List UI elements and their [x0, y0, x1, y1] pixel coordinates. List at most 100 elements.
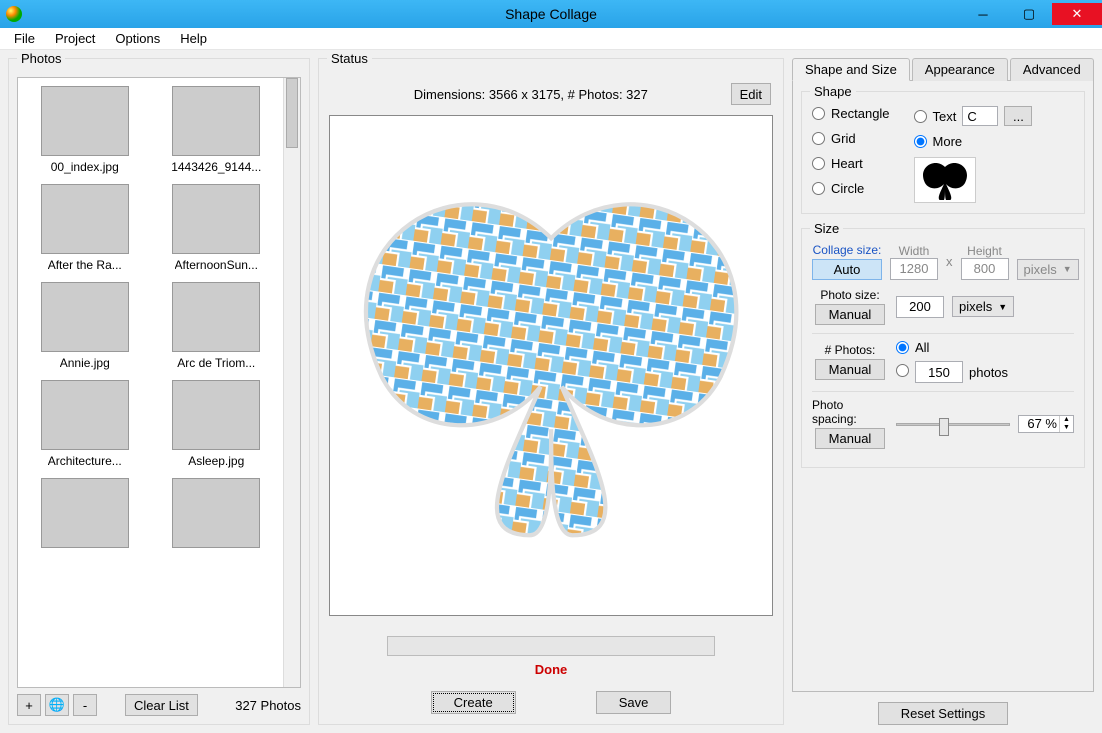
thumb-label: 1443426_9144...: [171, 160, 261, 174]
tab-advanced[interactable]: Advanced: [1010, 58, 1094, 81]
num-photos-toggle[interactable]: Manual: [815, 359, 885, 380]
status-footer: Create Save: [327, 685, 775, 716]
save-button[interactable]: Save: [596, 691, 672, 714]
spacing-label: Photo spacing:: [812, 398, 888, 426]
height-input[interactable]: [961, 258, 1009, 280]
collage-size-toggle[interactable]: Auto: [812, 259, 882, 280]
width-label: Width: [899, 244, 930, 258]
title-bar: Shape Collage ─ ▢ ✕: [0, 0, 1102, 28]
spacing-value[interactable]: [1019, 416, 1059, 431]
tab-body: Shape Rectangle Grid Heart Circle Text .…: [792, 80, 1094, 692]
radio-heart[interactable]: Heart: [812, 156, 890, 171]
create-button[interactable]: Create: [431, 691, 516, 714]
dimensions-text: Dimensions: 3566 x 3175, # Photos: 327: [331, 87, 731, 102]
spin-up-icon[interactable]: ▲: [1060, 416, 1073, 424]
photo-size-label: Photo size:: [820, 288, 879, 302]
radio-circle-label: Circle: [831, 181, 864, 196]
radio-all-photos[interactable]: All: [896, 340, 1008, 355]
collage-size-label: Collage size:: [813, 243, 882, 257]
thumb-scrollbar[interactable]: [283, 78, 300, 687]
num-photos-input[interactable]: [915, 361, 963, 383]
photo-size-toggle[interactable]: Manual: [815, 304, 885, 325]
photos-footer: + 🌐 - Clear List 327 Photos: [17, 688, 301, 716]
reset-row: Reset Settings: [792, 692, 1094, 725]
scrollbar-thumb[interactable]: [286, 78, 298, 148]
radio-num-photos[interactable]: [896, 364, 909, 380]
clear-list-button[interactable]: Clear List: [125, 694, 198, 716]
all-label: All: [915, 340, 929, 355]
radio-more-label: More: [933, 134, 963, 149]
text-shape-more-button[interactable]: ...: [1004, 106, 1032, 126]
collage-preview: [329, 115, 773, 616]
chevron-down-icon: ▼: [998, 302, 1007, 312]
photo-thumb[interactable]: Arc de Triom...: [158, 282, 276, 370]
remove-photo-button[interactable]: -: [73, 694, 97, 716]
photo-unit-select[interactable]: pixels▼: [952, 296, 1014, 317]
radio-text[interactable]: Text: [914, 109, 957, 124]
photo-size-input[interactable]: [896, 296, 944, 318]
spacing-spinner[interactable]: ▲▼: [1018, 415, 1074, 433]
thumb-image: [41, 86, 129, 156]
spacing-slider[interactable]: [896, 414, 1010, 434]
photo-thumb[interactable]: 00_index.jpg: [26, 86, 144, 174]
status-top: Dimensions: 3566 x 3175, # Photos: 327 E…: [327, 77, 775, 115]
tab-bar: Shape and Size Appearance Advanced: [792, 58, 1094, 81]
radio-text-label: Text: [933, 109, 957, 124]
text-shape-input[interactable]: [962, 106, 998, 126]
radio-more[interactable]: More: [914, 134, 1033, 149]
reset-settings-button[interactable]: Reset Settings: [878, 702, 1009, 725]
thumb-label: Asleep.jpg: [188, 454, 244, 468]
window-title: Shape Collage: [505, 6, 597, 22]
photo-thumb[interactable]: [26, 478, 144, 552]
custom-shape-preview[interactable]: [914, 157, 976, 203]
minimize-button[interactable]: ─: [960, 3, 1006, 25]
photo-thumb[interactable]: Architecture...: [26, 380, 144, 468]
menu-help[interactable]: Help: [170, 29, 217, 48]
photo-thumb[interactable]: After the Ra...: [26, 184, 144, 272]
radio-circle[interactable]: Circle: [812, 181, 890, 196]
add-web-button[interactable]: 🌐: [45, 694, 69, 716]
client-area: Photos 00_index.jpg 1443426_9144... Afte…: [0, 50, 1102, 733]
collage-unit-select[interactable]: pixels▼: [1017, 259, 1079, 280]
tab-shape-size[interactable]: Shape and Size: [792, 58, 910, 81]
menu-options[interactable]: Options: [105, 29, 170, 48]
close-button[interactable]: ✕: [1052, 3, 1102, 25]
thumbnail-list[interactable]: 00_index.jpg 1443426_9144... After the R…: [17, 77, 301, 688]
radio-rectangle[interactable]: Rectangle: [812, 106, 890, 121]
thumb-label: Architecture...: [48, 454, 122, 468]
width-input[interactable]: [890, 258, 938, 280]
slider-knob[interactable]: [939, 418, 949, 436]
photo-thumb[interactable]: [158, 478, 276, 552]
butterfly-icon: [918, 160, 972, 200]
height-label: Height: [967, 244, 1002, 258]
radio-grid[interactable]: Grid: [812, 131, 890, 146]
thumb-label: Annie.jpg: [60, 356, 110, 370]
spin-down-icon[interactable]: ▼: [1060, 424, 1073, 432]
shape-group: Shape Rectangle Grid Heart Circle Text .…: [801, 91, 1085, 214]
photo-thumb[interactable]: AfternoonSun...: [158, 184, 276, 272]
radio-rectangle-label: Rectangle: [831, 106, 890, 121]
photo-thumb[interactable]: Annie.jpg: [26, 282, 144, 370]
tab-appearance[interactable]: Appearance: [912, 58, 1008, 81]
shape-legend: Shape: [810, 84, 856, 99]
photos-panel: Photos 00_index.jpg 1443426_9144... Afte…: [8, 58, 310, 725]
thumb-image: [41, 380, 129, 450]
photo-thumb[interactable]: 1443426_9144...: [158, 86, 276, 174]
thumb-image: [41, 478, 129, 548]
thumb-label: 00_index.jpg: [51, 160, 119, 174]
menu-file[interactable]: File: [4, 29, 45, 48]
window-buttons: ─ ▢ ✕: [960, 3, 1102, 25]
spacing-toggle[interactable]: Manual: [815, 428, 885, 449]
progress-bar: [387, 636, 715, 656]
right-panel: Shape and Size Appearance Advanced Shape…: [792, 58, 1094, 725]
photo-count: 327 Photos: [235, 698, 301, 713]
maximize-button[interactable]: ▢: [1006, 3, 1052, 25]
edit-button[interactable]: Edit: [731, 83, 771, 105]
status-text: Done: [327, 662, 775, 677]
thumb-label: After the Ra...: [48, 258, 122, 272]
add-photo-button[interactable]: +: [17, 694, 41, 716]
menu-project[interactable]: Project: [45, 29, 105, 48]
thumb-image: [41, 184, 129, 254]
butterfly-preview-icon: [339, 126, 763, 605]
photo-thumb[interactable]: Asleep.jpg: [158, 380, 276, 468]
